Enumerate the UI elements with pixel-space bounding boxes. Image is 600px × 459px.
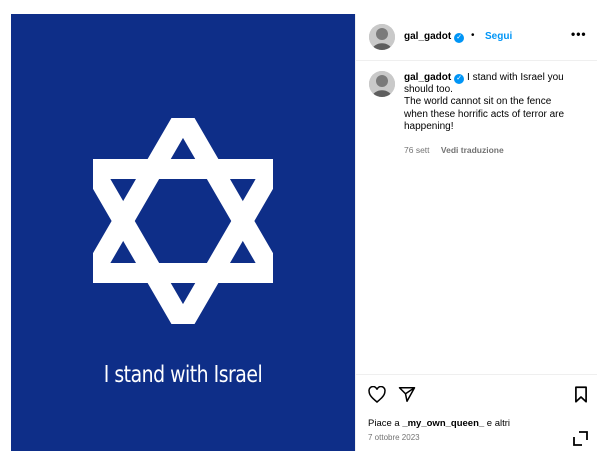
post-image[interactable]: I stand with Israel (11, 14, 355, 451)
follow-button[interactable]: Segui (485, 31, 512, 42)
username-link[interactable]: gal_gadot ✓ (404, 31, 465, 43)
comment-avatar[interactable] (369, 71, 395, 97)
post-sidebar: gal_gadot ✓ • Segui ••• gal_gadot ✓ I stan… (355, 14, 597, 451)
comment-line-3: The world cannot sit on the fence (404, 96, 552, 108)
comment-time: 76 sett (404, 145, 430, 155)
star-of-david-icon (93, 118, 273, 324)
bookmark-icon[interactable] (574, 386, 588, 403)
liker-username[interactable]: _my_own_queen_ (402, 418, 484, 429)
verified-badge-icon: ✓ (454, 74, 465, 84)
more-options-icon[interactable]: ••• (571, 27, 587, 41)
username-text: gal_gadot (404, 31, 452, 42)
post-date: 7 ottobre 2023 (368, 433, 420, 442)
avatar[interactable] (369, 24, 395, 50)
comment-text: gal_gadot ✓ I stand with Israel you shoul… (404, 72, 584, 133)
likes-prefix: Piace a (368, 418, 403, 429)
post-header: gal_gadot ✓ • Segui ••• (356, 14, 597, 61)
image-caption-text: I stand with Israel (103, 362, 263, 388)
comment-line-2: should too. (404, 84, 453, 96)
comment-username[interactable]: gal_gadot ✓ (404, 72, 465, 84)
see-translation-link[interactable]: Vedi traduzione (441, 145, 504, 155)
likes-suffix[interactable]: e altri (484, 418, 510, 429)
heart-icon[interactable] (368, 386, 386, 403)
instagram-post: I stand with Israel gal_gadot ✓ • Segui •… (11, 14, 597, 451)
comment-username-text: gal_gadot (404, 72, 452, 83)
comment-line-5: happening! (404, 120, 454, 132)
expand-icon[interactable] (573, 431, 588, 446)
post-actions: Piace a _my_own_queen_ e altri 7 ottobre… (356, 374, 597, 452)
likes-text: Piace a _my_own_queen_ e altri (368, 418, 510, 429)
separator-dot: • (471, 30, 475, 41)
comment-line-4: when these horrific acts of terror are (404, 108, 565, 120)
paper-plane-icon[interactable] (398, 386, 416, 403)
verified-badge-icon: ✓ (454, 33, 465, 43)
comment-meta: 76 sett Vedi traduzione (404, 145, 504, 155)
comment-line-1: gal_gadot ✓ I stand with Israel you (404, 72, 584, 84)
comment-line-text: I stand with Israel you (464, 72, 564, 83)
